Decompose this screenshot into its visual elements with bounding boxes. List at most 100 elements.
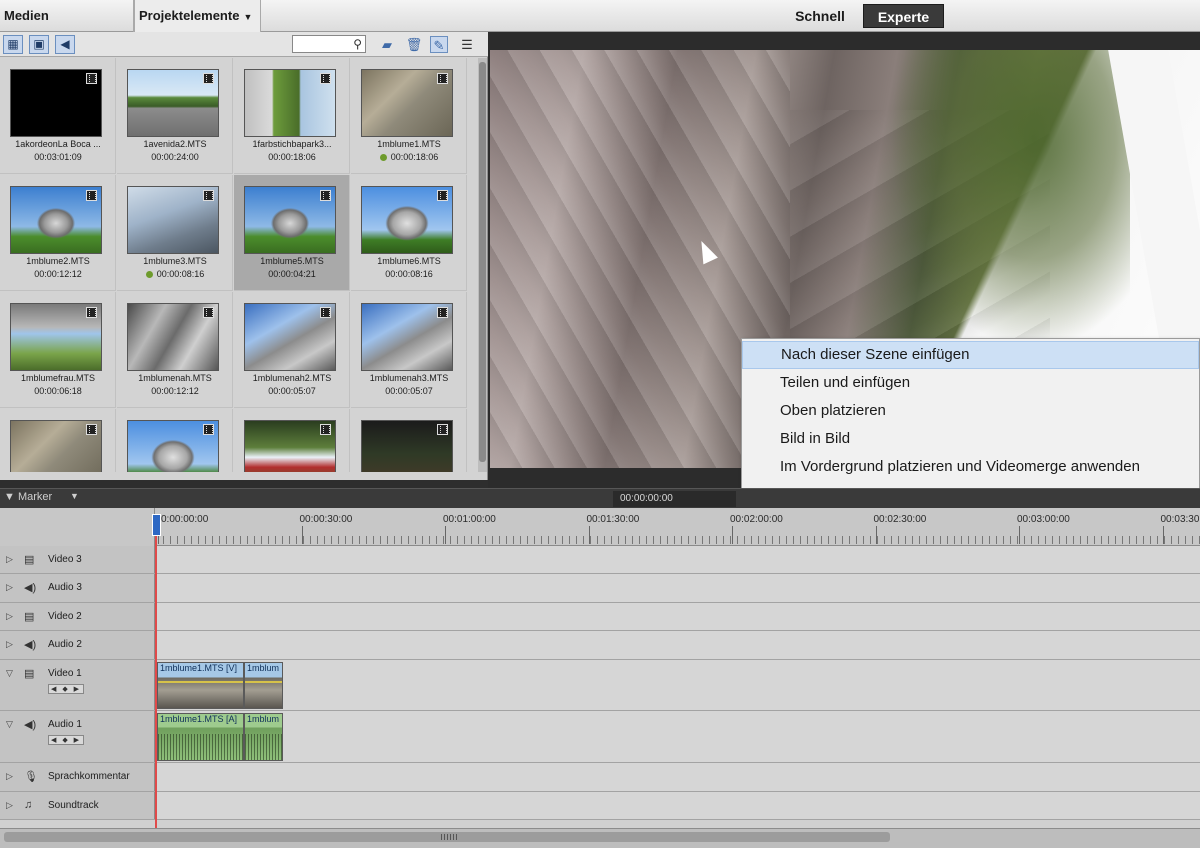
playhead-handle[interactable] (152, 514, 161, 536)
filter-audio-icon[interactable]: ◀ (55, 35, 75, 54)
clip-label: 1mblume1.MTS [A] (160, 714, 238, 724)
clip-duration-row: 00:00:18:06 (234, 152, 350, 162)
film-icon (86, 307, 97, 318)
film-icon (437, 424, 448, 435)
clip-label: 1mblume1.MTS [V] (160, 663, 238, 673)
clip-thumbnail (10, 69, 102, 137)
track-name: Sprachkommentar (48, 771, 130, 782)
keyframe-nav-icon[interactable]: ◀ ◆ ▶ (48, 735, 85, 745)
clip-duration: 00:00:18:06 (390, 152, 439, 162)
mode-expert-button[interactable]: Experte (863, 4, 944, 28)
clip-tile[interactable]: 1akordeonLa Boca ... 00:03:01:09 (0, 58, 116, 174)
timeline-scrollbar[interactable] (0, 828, 1200, 848)
clip-tile[interactable]: 1farbstichbapark3... 00:00:18:06 (234, 58, 350, 174)
timeline-tracks: ▷ ▤ Video 3 ▷ ◀) Audio 3 ▷ ▤ Video 2 ▷ ◀) Audio 2 ▽ ▤… (0, 546, 1200, 828)
clip-tile[interactable]: 1mblumenah3.MTS 00:00:05:07 (351, 292, 467, 408)
clip-duration: 00:00:08:16 (156, 269, 205, 279)
video-clip[interactable]: 1mblum (244, 662, 283, 709)
clip-duration-row: 00:00:05:07 (351, 386, 467, 396)
audio-clip[interactable]: 1mblume1.MTS [A] (157, 713, 244, 761)
track-name: Soundtrack (48, 800, 99, 811)
new-folder-icon[interactable]: ▰ (378, 36, 396, 53)
clip-thumbnail (244, 186, 336, 254)
project-scrollbar-thumb[interactable] (479, 62, 486, 462)
track-lane[interactable]: 1mblume1.MTS [V] 1mblum (156, 660, 1200, 710)
ruler-tick-label: 00:02:00:00 (730, 514, 783, 525)
clip-tile[interactable]: 1mblume1.MTS 00:00:18:06 (351, 58, 467, 174)
track-lane[interactable] (156, 603, 1200, 630)
track-header: ▷ ◀) Audio 3 (0, 574, 155, 602)
film-icon (203, 73, 214, 84)
track-row: ▽ ▤ Video 1 ◀ ◆ ▶ 1mblume1.MTS [V] 1mblum (0, 660, 1200, 711)
clip-tile[interactable]: 1avenida2.MTS 00:00:24:00 (117, 58, 233, 174)
clip-name: 1mblumenah3.MTS (369, 373, 449, 383)
track-row: ▷ ▤ Video 3 (0, 546, 1200, 574)
clip-tile[interactable] (0, 409, 116, 472)
film-icon (437, 307, 448, 318)
clip-tile[interactable]: 1mblumenah.MTS 00:00:12:12 (117, 292, 233, 408)
clip-tile[interactable]: 1mblume3.MTS 00:00:08:16 (117, 175, 233, 291)
menu-item-videomerge[interactable]: Im Vordergrund platzieren und Videomerge… (742, 453, 1199, 481)
expand-triangle-icon[interactable]: ▷ (6, 771, 13, 782)
track-name: Video 1 (48, 668, 82, 679)
search-input[interactable]: ⚲ (292, 35, 366, 53)
menu-item-place-on-top[interactable]: Oben platzieren (742, 397, 1199, 425)
filter-video-icon[interactable]: ▦ (3, 35, 23, 54)
track-lane[interactable] (156, 546, 1200, 573)
film-icon (437, 190, 448, 201)
playhead-line[interactable] (155, 536, 157, 828)
track-lane[interactable] (156, 763, 1200, 791)
expand-triangle-icon[interactable]: ▷ (6, 582, 13, 593)
time-ruler[interactable]: 0:00:00:00 00:00:30:00 00:01:00:00 00:01:30… (0, 508, 1200, 546)
ruler-minor-ticks (156, 536, 1200, 544)
clip-tile[interactable]: 1mblumefrau.MTS 00:00:06:18 (0, 292, 116, 408)
clip-duration-row: 00:00:04:21 (234, 269, 350, 279)
keyframe-nav-icon[interactable]: ◀ ◆ ▶ (48, 684, 85, 694)
collapse-triangle-icon[interactable]: ▽ (6, 719, 13, 730)
add-media-menu[interactable]: Medien hinzufügen▼ (0, 0, 134, 55)
track-lane[interactable] (156, 631, 1200, 659)
menu-item-insert-after[interactable]: Nach dieser Szene einfügen (742, 341, 1199, 369)
menu-item-picture-in-picture[interactable]: Bild in Bild (742, 425, 1199, 453)
track-name: Video 3 (48, 554, 82, 565)
clip-duration: 00:00:05:07 (268, 386, 316, 396)
clip-tile[interactable] (117, 409, 233, 472)
mode-quick-button[interactable]: Schnell (781, 5, 859, 27)
view-options-icon[interactable]: ☰ (458, 36, 476, 53)
clip-tile[interactable]: 1mblume2.MTS 00:00:12:12 (0, 175, 116, 291)
project-scrollbar[interactable] (478, 58, 487, 472)
clip-tile[interactable]: 1mblumenah2.MTS 00:00:05:07 (234, 292, 350, 408)
clip-name: 1mblume5.MTS (260, 256, 324, 266)
track-name: Audio 3 (48, 582, 82, 593)
clip-duration: 00:00:04:21 (268, 269, 316, 279)
trash-icon[interactable]: 🗑 (405, 36, 423, 53)
clip-tile[interactable]: 1mblume5.MTS 00:00:04:21 (234, 175, 350, 291)
project-assets-menu[interactable]: Projektelemente ▼ (134, 0, 261, 32)
clip-name: 1akordeonLa Boca ... (15, 139, 101, 149)
menu-item-split-insert[interactable]: Teilen und einfügen (742, 369, 1199, 397)
expand-triangle-icon[interactable]: ▷ (6, 554, 13, 565)
track-lane[interactable] (156, 574, 1200, 602)
ruler-tick-label: 00:00:30:00 (299, 514, 353, 525)
clip-tile[interactable]: 1mblume6.MTS 00:00:08:16 (351, 175, 467, 291)
clip-tile[interactable] (234, 409, 350, 472)
pin-icon[interactable]: ✎ (430, 36, 448, 53)
track-lane[interactable] (156, 792, 1200, 819)
speaker-icon: ◀) (24, 639, 37, 651)
clip-duration-row: 00:00:08:16 (117, 269, 233, 279)
expand-triangle-icon[interactable]: ▷ (6, 611, 13, 622)
audio-clip[interactable]: 1mblum (244, 713, 283, 761)
chevron-down-icon[interactable]: ▼ (70, 491, 79, 501)
collapse-triangle-icon[interactable]: ▽ (6, 668, 13, 679)
film-icon (320, 424, 331, 435)
speaker-icon: ◀) (24, 719, 37, 731)
video-clip[interactable]: 1mblume1.MTS [V] (157, 662, 244, 709)
film-icon (86, 424, 97, 435)
filter-image-icon[interactable]: ▣ (29, 35, 49, 54)
expand-triangle-icon[interactable]: ▷ (6, 639, 13, 650)
clip-tile[interactable] (351, 409, 467, 472)
track-lane[interactable]: 1mblume1.MTS [A] 1mblum (156, 711, 1200, 762)
clip-duration-row: 00:00:12:12 (117, 386, 233, 396)
marker-menu[interactable]: ▼ Marker (4, 491, 52, 503)
expand-triangle-icon[interactable]: ▷ (6, 800, 13, 811)
